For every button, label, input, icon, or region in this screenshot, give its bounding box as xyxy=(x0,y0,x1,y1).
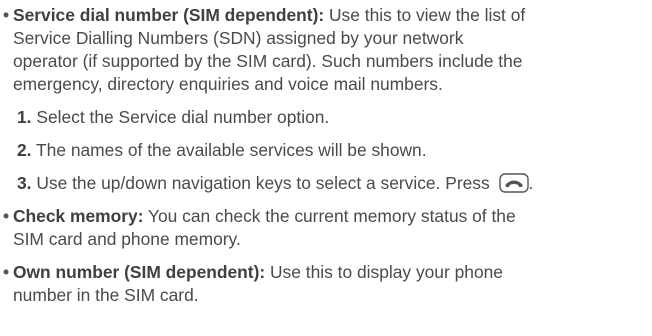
bullet: • xyxy=(3,5,10,25)
step-1-text: Select the Service dial number option. xyxy=(31,107,330,127)
own-number-line-1: • Own number (SIM dependent): Use this t… xyxy=(0,262,503,283)
service-dial-line-2: Service Dialling Numbers (SDN) assigned … xyxy=(13,28,464,48)
step-2-number: 2. xyxy=(17,140,32,160)
service-dial-line-4: emergency, directory enquiries and voice… xyxy=(13,74,443,94)
check-memory-line-1: • Check memory: You can check the curren… xyxy=(0,206,516,227)
step-2: 2. The names of the available services w… xyxy=(17,140,427,161)
service-dial-line-1: • Service dial number (SIM dependent): U… xyxy=(0,5,525,26)
service-dial-text-1: Use this to view the list of xyxy=(324,5,526,25)
service-dial-term: Service dial number (SIM dependent): xyxy=(13,5,325,25)
step-3-text: Use the up/down navigation keys to selec… xyxy=(31,173,495,193)
step-2-text: The names of the available services will… xyxy=(31,140,427,160)
step-1-number: 1. xyxy=(17,107,32,127)
check-memory-term: Check memory: xyxy=(13,206,144,226)
service-dial-line-3: operator (if supported by the SIM card).… xyxy=(13,51,523,71)
own-number-line-2: number in the SIM card. xyxy=(13,285,199,305)
check-memory-text-1: You can check the current memory status … xyxy=(143,206,516,226)
own-number-term: Own number (SIM dependent): xyxy=(13,262,266,282)
step-3: 3. Use the up/down navigation keys to se… xyxy=(17,173,533,194)
send-key-icon xyxy=(498,173,529,193)
step-3-number: 3. xyxy=(17,173,32,193)
bullet: • xyxy=(3,206,10,226)
bullet: • xyxy=(3,262,10,282)
own-number-text-1: Use this to display your phone xyxy=(265,262,503,282)
check-memory-line-2: SIM card and phone memory. xyxy=(13,229,241,249)
manual-page: • Service dial number (SIM dependent): U… xyxy=(0,0,652,336)
step-3-tail: . xyxy=(528,173,534,193)
step-1: 1. Select the Service dial number option… xyxy=(17,107,329,128)
